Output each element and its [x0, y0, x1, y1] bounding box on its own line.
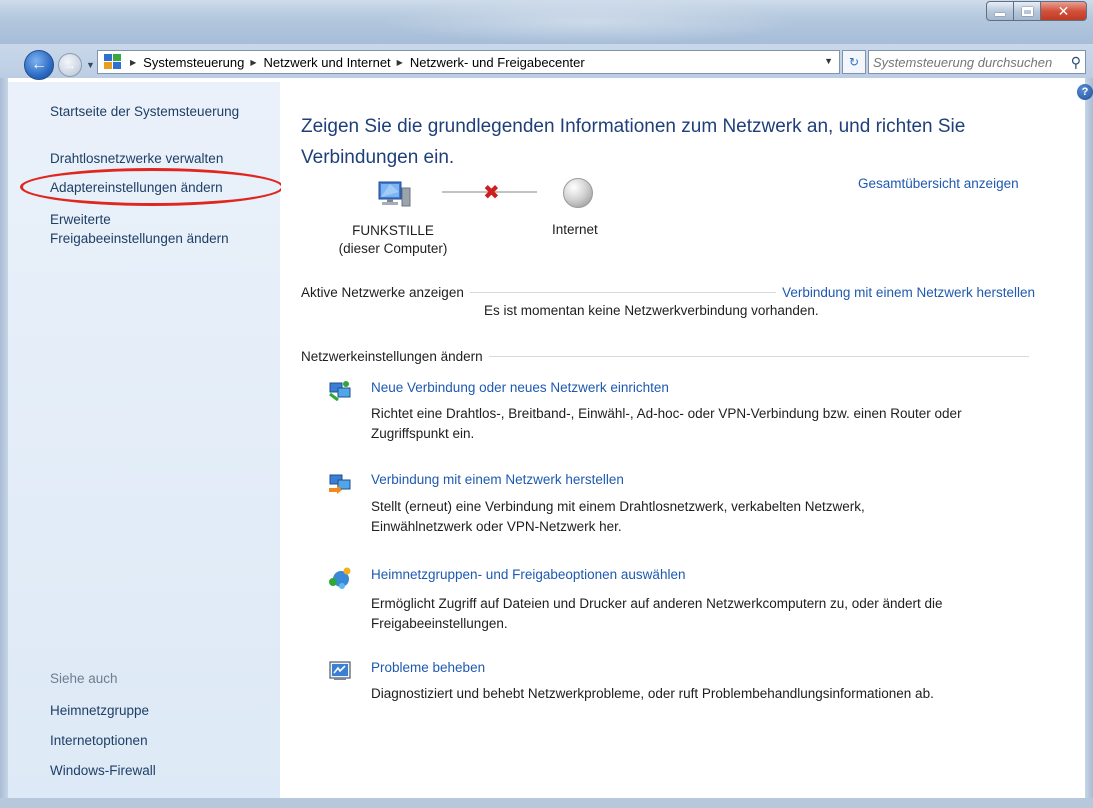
breadcrumb-netzwerk-und-internet[interactable]: Netzwerk und Internet: [263, 55, 390, 70]
minimize-icon: [995, 13, 1005, 16]
computer-name: FUNKSTILLE: [352, 223, 434, 238]
task-desc-line: Stellt (erneut) eine Verbindung mit eine…: [371, 499, 865, 514]
search-input[interactable]: [869, 54, 1059, 70]
back-arrow-icon: ←: [31, 56, 47, 73]
task-desc-line: Diagnostiziert und behebt Netzwerkproble…: [371, 686, 934, 701]
computer-label: FUNKSTILLE (dieser Computer): [303, 222, 483, 258]
task-desc-line: Freigabeeinstellungen.: [371, 616, 508, 631]
title-bar: ✕: [0, 0, 1093, 44]
breadcrumb-separator-icon[interactable]: ▶: [397, 58, 403, 67]
new-connection-icon: [329, 381, 351, 402]
see-also-firewall[interactable]: Windows-Firewall: [50, 762, 156, 780]
computer-icon: [378, 181, 411, 207]
back-button[interactable]: ←: [24, 50, 54, 80]
task-new-connection-link[interactable]: Neue Verbindung oder neues Netzwerk einr…: [371, 380, 669, 395]
control-panel-icon: [104, 54, 124, 70]
highlight-annotation: [20, 168, 284, 206]
task-troubleshoot-link[interactable]: Probleme beheben: [371, 660, 485, 675]
task-new-connection-desc: Richtet eine Drahtlos-, Breitband-, Einw…: [371, 404, 1051, 444]
change-settings-label: Netzwerkeinstellungen ändern: [301, 348, 483, 364]
address-bar[interactable]: ▶ Systemsteuerung ▶ Netzwerk und Interne…: [97, 50, 840, 74]
change-settings-header: Netzwerkeinstellungen ändern: [301, 347, 1035, 365]
search-box: ⚲: [868, 50, 1086, 74]
forward-arrow-icon: →: [64, 58, 76, 72]
section-divider: [469, 291, 777, 293]
task-desc-line: Richtet eine Drahtlos-, Breitband-, Einw…: [371, 406, 962, 421]
minimize-button[interactable]: [986, 1, 1014, 21]
window-frame-right: [1085, 78, 1093, 808]
task-connect-network-link[interactable]: Verbindung mit einem Netzwerk herstellen: [371, 472, 624, 487]
full-map-link[interactable]: Gesamtübersicht anzeigen: [858, 176, 1019, 191]
see-also-heading: Siehe auch: [50, 671, 118, 686]
sidebar-item-advanced-sharing-line2[interactable]: Freigabeeinstellungen ändern: [50, 230, 229, 248]
task-desc-line: Einwählnetzwerk oder VPN-Netzwerk her.: [371, 519, 622, 534]
breadcrumb: ▶ Systemsteuerung ▶ Netzwerk und Interne…: [124, 55, 585, 70]
no-connection-text: Es ist momentan keine Netzwerkverbindung…: [484, 303, 819, 318]
connect-network-icon: [329, 474, 351, 494]
disconnected-x-icon[interactable]: ✖: [483, 180, 500, 205]
breadcrumb-freigabecenter[interactable]: Netzwerk- und Freigabecenter: [410, 55, 585, 70]
page-title: Zeigen Sie die grundlegenden Information…: [301, 111, 1041, 173]
connect-to-network-link[interactable]: Verbindung mit einem Netzwerk herstellen: [782, 285, 1035, 300]
sidebar-item-wireless[interactable]: Drahtlosnetzwerke verwalten: [50, 150, 223, 168]
see-also-homegroup[interactable]: Heimnetzgruppe: [50, 702, 149, 720]
homegroup-icon: [329, 567, 351, 589]
sidebar-item-advanced-sharing-line1[interactable]: Erweiterte: [50, 211, 111, 229]
page-title-line1: Zeigen Sie die grundlegenden Information…: [301, 116, 966, 137]
address-dropdown-icon[interactable]: ▼: [824, 56, 833, 66]
task-troubleshoot-desc: Diagnostiziert und behebt Netzwerkproble…: [371, 684, 1051, 704]
window-frame-left: [0, 78, 8, 808]
task-desc-line: Zugriffspunkt ein.: [371, 426, 475, 441]
internet-globe-icon: [563, 178, 593, 208]
computer-sub: (dieser Computer): [338, 241, 448, 256]
task-homegroup-desc: Ermöglicht Zugriff auf Dateien und Druck…: [371, 594, 1051, 634]
close-button[interactable]: ✕: [1041, 1, 1087, 21]
breadcrumb-separator-icon[interactable]: ▶: [250, 58, 256, 67]
search-icon[interactable]: ⚲: [1071, 54, 1081, 71]
sidebar-home-link[interactable]: Startseite der Systemsteuerung: [50, 103, 239, 121]
see-also-internet-options[interactable]: Internetoptionen: [50, 732, 148, 750]
task-homegroup-link[interactable]: Heimnetzgruppen- und Freigabeoptionen au…: [371, 567, 685, 582]
section-divider: [488, 355, 1029, 357]
maximize-icon: [1021, 6, 1033, 16]
internet-label: Internet: [552, 222, 598, 237]
help-icon[interactable]: ?: [1077, 84, 1093, 100]
window-controls: ✕: [986, 1, 1087, 21]
breadcrumb-systemsteuerung[interactable]: Systemsteuerung: [143, 55, 244, 70]
active-networks-header: Aktive Netzwerke anzeigen Verbindung mit…: [301, 283, 1035, 301]
page-title-line2: Verbindungen ein.: [301, 147, 455, 168]
breadcrumb-separator-icon[interactable]: ▶: [130, 58, 136, 67]
maximize-button[interactable]: [1014, 1, 1041, 21]
active-networks-label: Aktive Netzwerke anzeigen: [301, 284, 464, 300]
troubleshoot-icon: [329, 661, 351, 680]
forward-button[interactable]: →: [58, 53, 82, 77]
window-frame-bottom: [0, 798, 1093, 808]
task-desc-line: Ermöglicht Zugriff auf Dateien und Druck…: [371, 596, 943, 611]
task-connect-network-desc: Stellt (erneut) eine Verbindung mit eine…: [371, 497, 1051, 537]
refresh-icon: ↻: [848, 55, 860, 69]
refresh-button[interactable]: ↻: [842, 50, 866, 74]
close-icon: ✕: [1057, 2, 1070, 19]
recent-pages-dropdown[interactable]: ▼: [86, 60, 95, 70]
